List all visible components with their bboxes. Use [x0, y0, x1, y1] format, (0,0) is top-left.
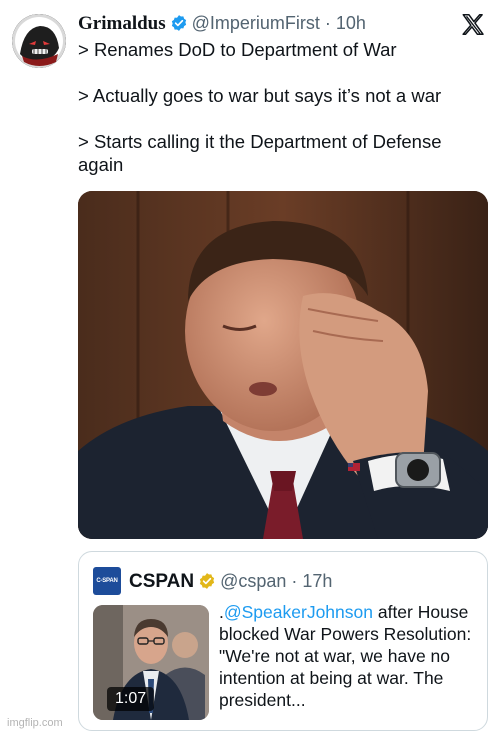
- author-handle-time[interactable]: @ImperiumFirst · 10h: [192, 13, 366, 33]
- tweet-text: > Renames DoD to Department of War > Act…: [78, 38, 488, 176]
- mention-link[interactable]: @SpeakerJohnson: [224, 602, 373, 622]
- video-duration: 1:07: [107, 687, 155, 711]
- x-logo-icon[interactable]: [460, 12, 486, 38]
- tweet-header: Grimaldus @ImperiumFirst · 10h: [78, 11, 366, 38]
- tweet-line: > Starts calling it the Department of De…: [78, 131, 442, 175]
- tweet-line: > Renames DoD to Department of War: [78, 39, 397, 60]
- quote-author-avatar[interactable]: C-SPAN: [93, 567, 121, 595]
- quoted-tweet-card[interactable]: C-SPAN CSPAN @cspan · 17h 1:07 .@SpeakerJ: [78, 551, 488, 731]
- quote-video-thumbnail[interactable]: 1:07: [93, 605, 209, 720]
- quote-text: .@SpeakerJohnson after House blocked War…: [219, 601, 479, 711]
- watermark: imgflip.com: [7, 717, 63, 729]
- quote-author-handle-time[interactable]: @cspan · 17h: [220, 571, 332, 591]
- tweet-media-image[interactable]: [78, 191, 488, 539]
- tweet-screenshot: Grimaldus @ImperiumFirst · 10h > Renames …: [0, 0, 500, 732]
- quote-author-name[interactable]: CSPAN: [129, 571, 194, 592]
- verified-gold-badge-icon: [198, 572, 216, 596]
- tweet-line: > Actually goes to war but says it’s not…: [78, 85, 442, 106]
- author-avatar[interactable]: [12, 14, 66, 68]
- author-name[interactable]: Grimaldus: [78, 13, 166, 34]
- verified-badge-icon: [170, 14, 188, 38]
- quote-header: CSPAN @cspan · 17h: [129, 569, 332, 596]
